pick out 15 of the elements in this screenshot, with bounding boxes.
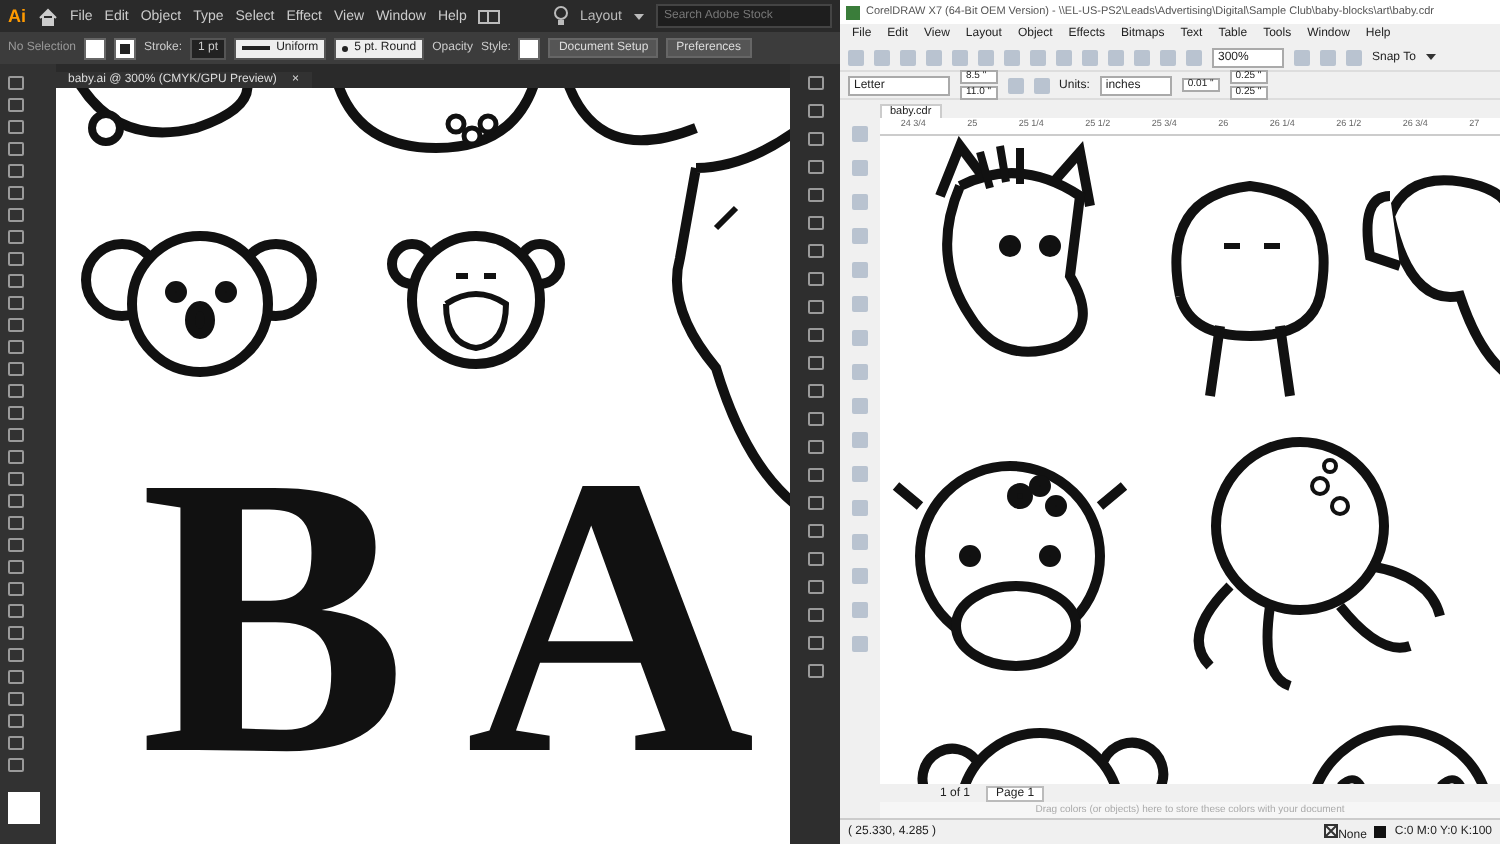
caret-icon[interactable] xyxy=(634,13,644,19)
lightbulb-icon[interactable] xyxy=(553,6,568,26)
letter: B xyxy=(140,418,407,818)
app-icon xyxy=(846,5,860,19)
no-fill-icon xyxy=(1324,823,1339,837)
stroke-swatch[interactable] xyxy=(114,37,137,59)
outline-color-swatch xyxy=(1374,826,1387,838)
fill-swatch[interactable] xyxy=(84,37,107,59)
app-logo: Ai xyxy=(8,6,26,26)
home-icon[interactable] xyxy=(38,7,58,25)
letter: A xyxy=(466,418,755,818)
dot-icon xyxy=(342,45,349,51)
caret-icon[interactable] xyxy=(1425,54,1436,60)
layout-icon[interactable] xyxy=(478,9,501,23)
style-swatch[interactable] xyxy=(518,37,541,59)
